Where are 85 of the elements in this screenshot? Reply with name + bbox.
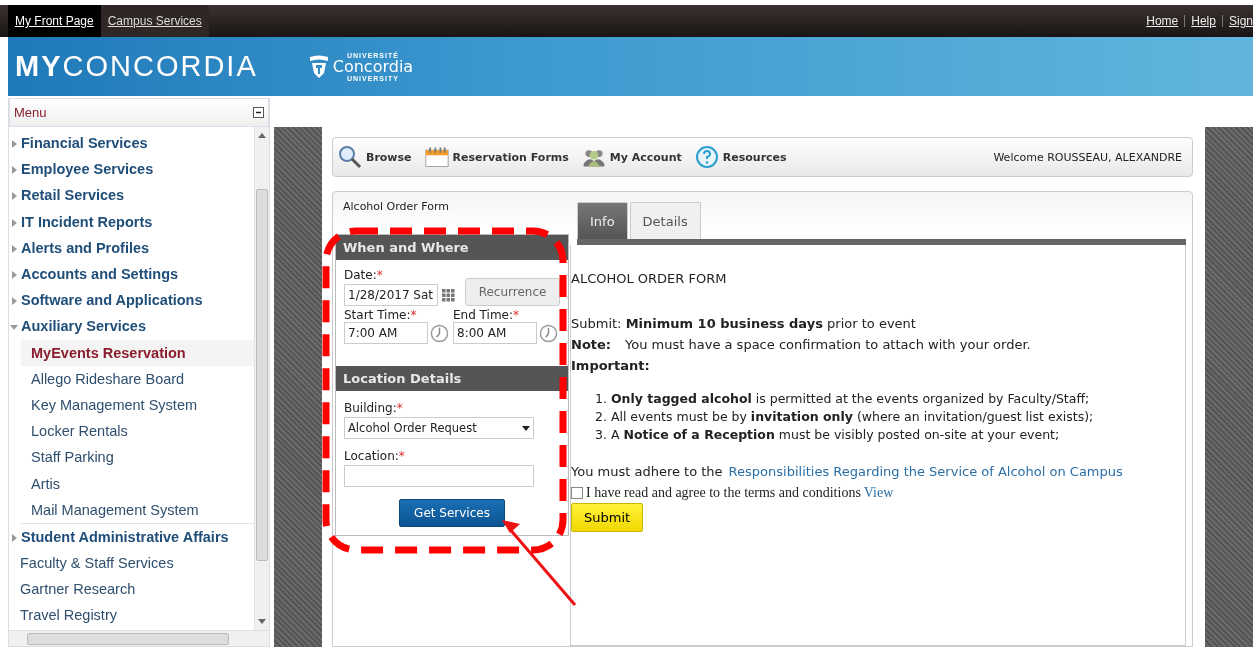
collapsed-triangle-icon[interactable]	[10, 244, 18, 253]
header-link[interactable]: Home	[1146, 14, 1179, 28]
form-tab[interactable]: Details	[629, 202, 701, 239]
expanded-triangle-icon[interactable]	[10, 323, 18, 332]
menu-section[interactable]: Alerts and Profiles	[21, 239, 150, 256]
menu-section[interactable]: Retail Services	[21, 187, 125, 204]
field-label: Location:*	[344, 449, 406, 463]
search-icon	[338, 145, 362, 169]
menu-item[interactable]: Mail Management System	[21, 496, 254, 523]
location-field[interactable]	[344, 465, 534, 487]
toolbar-item[interactable]: My Account	[581, 145, 682, 169]
agree-checkbox[interactable]	[571, 487, 583, 499]
field-label: Start Time:*	[344, 308, 418, 322]
header-link[interactable]: Sign	[1228, 14, 1253, 28]
field-label: End Time:*	[453, 308, 521, 322]
view-link[interactable]: View	[863, 485, 894, 501]
clock-icon[interactable]	[430, 323, 449, 343]
get-services-button[interactable]: Get Services	[399, 499, 505, 527]
toolbar-item[interactable]: Resources	[694, 145, 787, 169]
note-label: Note:	[571, 337, 612, 352]
menu-link[interactable]: Faculty & Staff Services	[9, 550, 254, 577]
start-time-field[interactable]: 7:00 AM	[344, 322, 428, 344]
building-dropdown[interactable]: Alcohol Order Request	[344, 417, 534, 439]
university-crest-icon	[307, 54, 330, 79]
menu-section[interactable]: Auxiliary Services	[21, 318, 146, 335]
form-tab[interactable]: Info	[577, 202, 628, 239]
welcome-text: Welcome ROUSSEAU, ALEXANDRE	[993, 150, 1182, 164]
menu-section[interactable]: Financial Services	[21, 135, 148, 152]
menu-section[interactable]: Student Administrative Affairs	[21, 528, 229, 545]
menu-section[interactable]: Accounts and Settings	[21, 266, 179, 283]
horizontal-scrollbar[interactable]	[9, 630, 269, 646]
menu-item[interactable]: Artis	[21, 470, 254, 497]
rule-text: 2. All events must be by invitation only (where an invitation/guest list exists);	[595, 409, 1095, 424]
collapsed-triangle-icon[interactable]	[10, 192, 18, 201]
menu-item[interactable]: MyEvents Reservation	[21, 339, 254, 366]
scroll-up-icon[interactable]	[258, 133, 266, 138]
menu-title: Menu	[14, 105, 47, 120]
menu-section[interactable]: IT Incident Reports	[21, 213, 153, 230]
toolbar-item[interactable]: Reservation Forms	[424, 145, 569, 169]
section-heading: Location Details	[336, 366, 568, 391]
portal-tab[interactable]: My Front Page	[8, 5, 101, 37]
rule-text: 3. A Notice of a Reception must be visibly posted on-site at your event;	[595, 427, 1061, 442]
collapse-icon[interactable]	[253, 107, 264, 118]
caret-icon	[522, 425, 530, 431]
rule-text: 1. Only tagged alcohol is permitted at the events organized by Faculty/Staff;	[595, 391, 1091, 406]
adhere-text: You must adhere to the	[571, 464, 723, 479]
field-label: Building:*	[344, 401, 404, 415]
collapsed-triangle-icon[interactable]	[10, 218, 18, 227]
menu-item[interactable]: Staff Parking	[21, 444, 254, 471]
collapsed-triangle-icon[interactable]	[10, 271, 18, 280]
menu-link[interactable]: Gartner Research	[9, 576, 254, 603]
agree-label: I have read and agree to the terms and conditions	[586, 485, 861, 501]
menu-section[interactable]: Software and Applications	[21, 292, 203, 309]
info-heading: ALCOHOL ORDER FORM	[571, 271, 728, 286]
responsibilities-link[interactable]: Responsibilities Regarding the Service of Alcohol on Campus	[728, 464, 1123, 479]
collapsed-triangle-icon[interactable]	[10, 297, 18, 306]
collapsed-triangle-icon[interactable]	[10, 166, 18, 175]
calendar-icon	[424, 145, 449, 169]
menu-link[interactable]: Travel Registry	[9, 602, 254, 629]
section-heading: When and Where	[336, 235, 568, 260]
important-label: Important:	[571, 358, 651, 373]
date-field[interactable]: 1/28/2017 Sat	[344, 284, 438, 306]
toolbar-item[interactable]: Browse	[338, 145, 412, 169]
calendar-grid-icon[interactable]	[442, 289, 455, 302]
end-time-field[interactable]: 8:00 AM	[453, 322, 537, 344]
submit-deadline-text: Submit: Minimum 10 business days prior to event	[571, 316, 917, 331]
note-text: You must have a space confirmation to attach with your order.	[625, 337, 1031, 352]
scroll-down-icon[interactable]	[258, 619, 266, 624]
menu-item[interactable]: Key Management System	[21, 391, 254, 419]
collapsed-triangle-icon[interactable]	[10, 533, 18, 542]
header-link[interactable]: Help	[1191, 14, 1216, 28]
field-label: Date:*	[344, 268, 384, 282]
site-logo[interactable]: MYCONCORDIA	[15, 50, 258, 83]
recurrence-button[interactable]: Recurrence	[465, 278, 560, 306]
collapsed-triangle-icon[interactable]	[10, 140, 18, 149]
portal-tab[interactable]: Campus Services	[100, 5, 209, 37]
vertical-scrollbar[interactable]	[254, 127, 269, 630]
menu-item[interactable]: Locker Rentals	[21, 418, 254, 445]
clock-icon[interactable]	[539, 323, 558, 343]
menu-section[interactable]: Employee Services	[21, 161, 154, 178]
menu-item[interactable]: Allego Rideshare Board	[21, 365, 254, 392]
form-title: Alcohol Order Form	[342, 199, 451, 215]
submit-button[interactable]: Submit	[571, 503, 644, 532]
help-icon	[694, 145, 719, 169]
university-name: Concordia	[332, 58, 414, 75]
